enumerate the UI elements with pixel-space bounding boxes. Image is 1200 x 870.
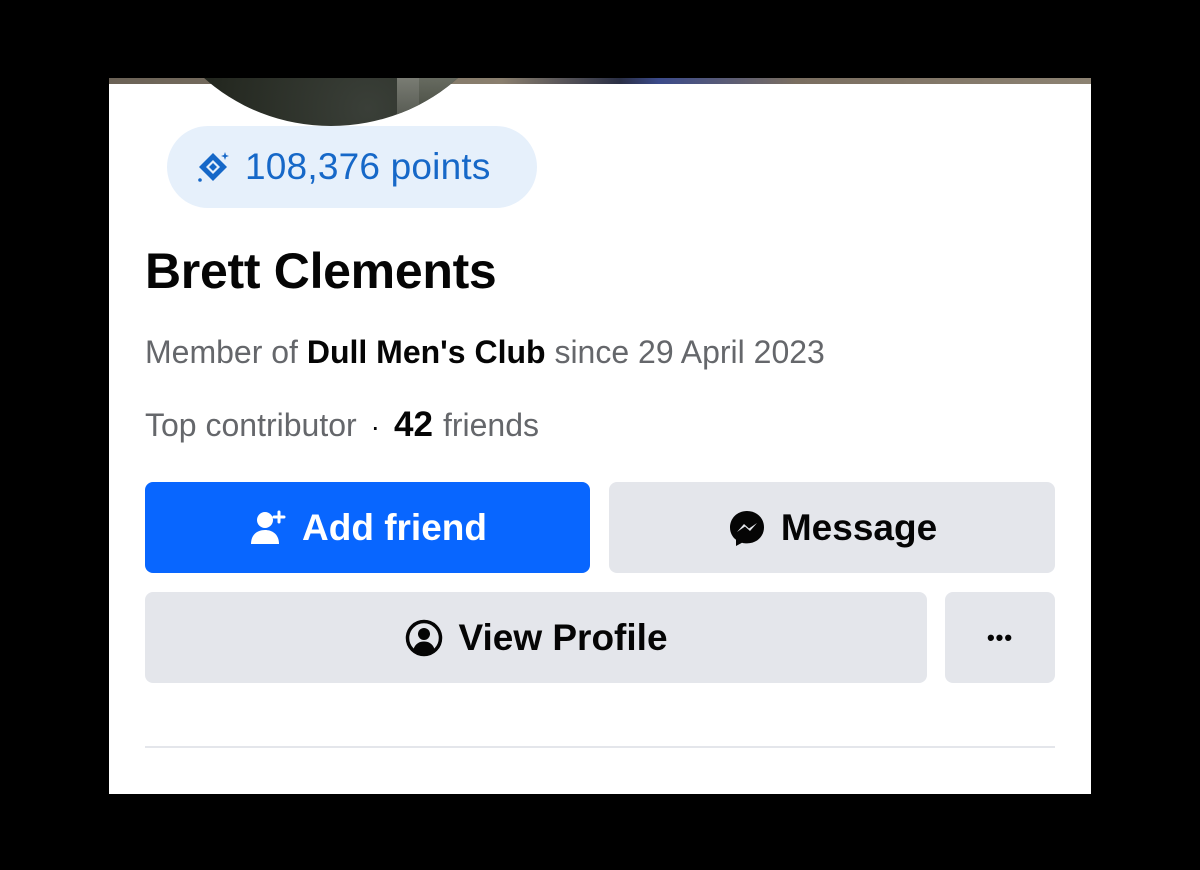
member-prefix: Member of <box>145 334 298 370</box>
messenger-icon <box>729 510 764 546</box>
friend-count: 42 <box>394 405 433 444</box>
points-label: 108,376 points <box>245 146 491 187</box>
add-friend-button[interactable]: Add friend <box>145 482 590 573</box>
profile-card: 108,376 points Brett Clements Member of … <box>109 78 1091 794</box>
message-button[interactable]: Message <box>609 482 1055 573</box>
points-badge[interactable]: 108,376 points <box>167 126 537 208</box>
view-profile-label: View Profile <box>458 616 668 658</box>
diamond-points-icon <box>198 152 229 182</box>
add-friend-label: Add friend <box>302 506 487 548</box>
add-person-icon <box>251 510 286 544</box>
separator-dot: · <box>370 411 380 442</box>
more-dots-icon: ••• <box>986 624 1014 650</box>
member-since: since 29 April 2023 <box>554 334 825 370</box>
membership-info: Member of Dull Men's Club since 29 April… <box>145 334 825 371</box>
avatar-photo-detail <box>419 78 459 126</box>
message-label: Message <box>780 506 938 548</box>
view-profile-button[interactable]: View Profile <box>145 592 927 683</box>
top-contributor-badge: Top contributor <box>145 407 357 443</box>
section-divider <box>145 746 1055 748</box>
user-circle-icon <box>406 619 443 656</box>
profile-stats: Top contributor · 42 friends <box>145 405 539 445</box>
friends-label: friends <box>442 407 539 443</box>
more-options-button[interactable]: ••• <box>945 592 1055 683</box>
group-name-link[interactable]: Dull Men's Club <box>307 334 546 370</box>
avatar[interactable] <box>147 78 515 126</box>
profile-name[interactable]: Brett Clements <box>145 242 497 300</box>
